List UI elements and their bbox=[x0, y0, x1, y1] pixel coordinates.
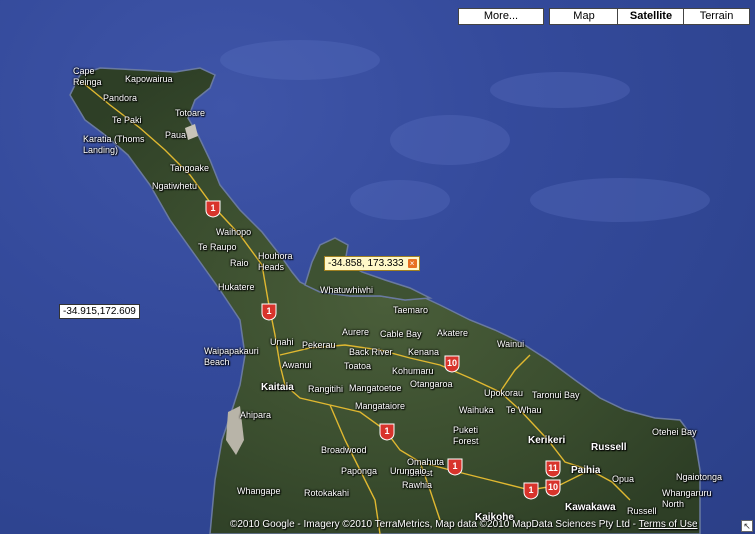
copyright-notice: ©2010 Google - Imagery ©2010 TerraMetric… bbox=[230, 519, 698, 530]
terms-of-use-link[interactable]: Terms of Use bbox=[639, 519, 698, 530]
route-1-shield: 1 bbox=[379, 423, 395, 441]
place-label: Raio bbox=[230, 258, 249, 268]
coordinate-label: -34.915,172.609 bbox=[59, 304, 140, 319]
place-label: Wainui bbox=[497, 339, 525, 349]
place-label: Awanui bbox=[282, 360, 312, 370]
place-label: Whangaruru North bbox=[662, 488, 712, 509]
place-label: Te Whau bbox=[506, 405, 542, 415]
close-icon[interactable]: × bbox=[407, 259, 417, 268]
map-type-map-button[interactable]: Map bbox=[549, 8, 619, 25]
place-label: Kohumaru bbox=[392, 366, 434, 376]
place-label: Rotokakahi bbox=[304, 488, 350, 498]
place-label: Kaitaia bbox=[261, 382, 294, 393]
satellite-map[interactable]: More... Map Satellite Terrain Cape Reing… bbox=[0, 0, 755, 534]
route-1-shield: 1 bbox=[447, 458, 463, 476]
place-label: Otangaroa bbox=[410, 379, 453, 389]
place-label: Cable Bay bbox=[380, 329, 422, 339]
place-label: Kenana bbox=[408, 347, 440, 357]
place-label: Upokorau bbox=[484, 388, 524, 398]
copyright-text: ©2010 Google - Imagery ©2010 TerraMetric… bbox=[230, 519, 639, 530]
place-label: Totoare bbox=[175, 108, 206, 118]
place-label: Cape Reinga bbox=[73, 66, 102, 87]
place-label: Kawakawa bbox=[565, 502, 616, 513]
place-label: Rawhia bbox=[402, 480, 433, 490]
place-label: Pandora bbox=[103, 93, 138, 103]
place-label: Kapowairua bbox=[125, 74, 173, 84]
place-label: Kerikeri bbox=[528, 435, 566, 446]
place-label: Mangatoetoe bbox=[349, 383, 402, 393]
place-label: Rangitihi bbox=[308, 384, 344, 394]
place-label: Broadwood bbox=[321, 445, 367, 455]
place-label: Aurere bbox=[342, 327, 370, 337]
place-label: Ngatiwhetu bbox=[152, 181, 198, 191]
place-label: Waipapakauri Beach bbox=[204, 346, 259, 367]
place-label: Whatuwhiwhi bbox=[320, 285, 374, 295]
place-label: Mangataiore bbox=[355, 401, 406, 411]
seafloor-shading bbox=[220, 40, 710, 222]
place-label: Back River bbox=[349, 347, 393, 357]
place-label: Toatoa bbox=[344, 361, 372, 371]
map-type-satellite-button[interactable]: Satellite bbox=[617, 8, 685, 25]
place-label: Russell bbox=[591, 442, 627, 453]
place-label: Houhora Heads bbox=[258, 251, 293, 272]
place-label: Urungaio bbox=[390, 466, 427, 476]
place-label: Taronui Bay bbox=[532, 390, 580, 400]
place-label: Ahipara bbox=[240, 410, 272, 420]
route-11-shield: 11 bbox=[545, 460, 561, 478]
place-label: Paihia bbox=[571, 465, 601, 476]
route-1-shield: 1 bbox=[523, 482, 539, 500]
route-1-shield: 1 bbox=[205, 200, 221, 218]
place-label: Te Paki bbox=[112, 115, 142, 125]
place-label: Ngaiotonga bbox=[676, 472, 723, 482]
route-1-shield: 1 bbox=[261, 303, 277, 321]
route-10-shield: 10 bbox=[545, 479, 561, 497]
place-label: Russell bbox=[627, 506, 657, 516]
place-label: Pekerau bbox=[302, 340, 336, 350]
coordinate-text: -34.858, 173.333 bbox=[328, 258, 404, 269]
place-label: Karatia (Thoms Landing) bbox=[83, 134, 145, 155]
place-label: Akatere bbox=[437, 328, 469, 338]
coordinate-marker-label[interactable]: -34.858, 173.333 × bbox=[324, 256, 420, 271]
place-label: Opua bbox=[612, 474, 635, 484]
place-label: Taemaro bbox=[393, 305, 429, 315]
place-label: Paponga bbox=[341, 466, 378, 476]
place-label: Te Raupo bbox=[198, 242, 237, 252]
more-button[interactable]: More... bbox=[458, 8, 544, 25]
place-label: Paua bbox=[165, 130, 187, 140]
place-label: Whangape bbox=[237, 486, 281, 496]
place-label: Tangoake bbox=[170, 163, 210, 173]
place-label: Hukatere bbox=[218, 282, 255, 292]
route-10-shield: 10 bbox=[444, 355, 460, 373]
place-label: Waihopo bbox=[216, 227, 252, 237]
place-label: Unahi bbox=[270, 337, 294, 347]
place-label: Waihuka bbox=[459, 405, 494, 415]
map-type-terrain-button[interactable]: Terrain bbox=[683, 8, 750, 25]
resize-corner-icon[interactable]: ↖ bbox=[741, 520, 753, 532]
place-label: Otehei Bay bbox=[652, 427, 697, 437]
place-label: Puketi Forest bbox=[453, 425, 479, 446]
